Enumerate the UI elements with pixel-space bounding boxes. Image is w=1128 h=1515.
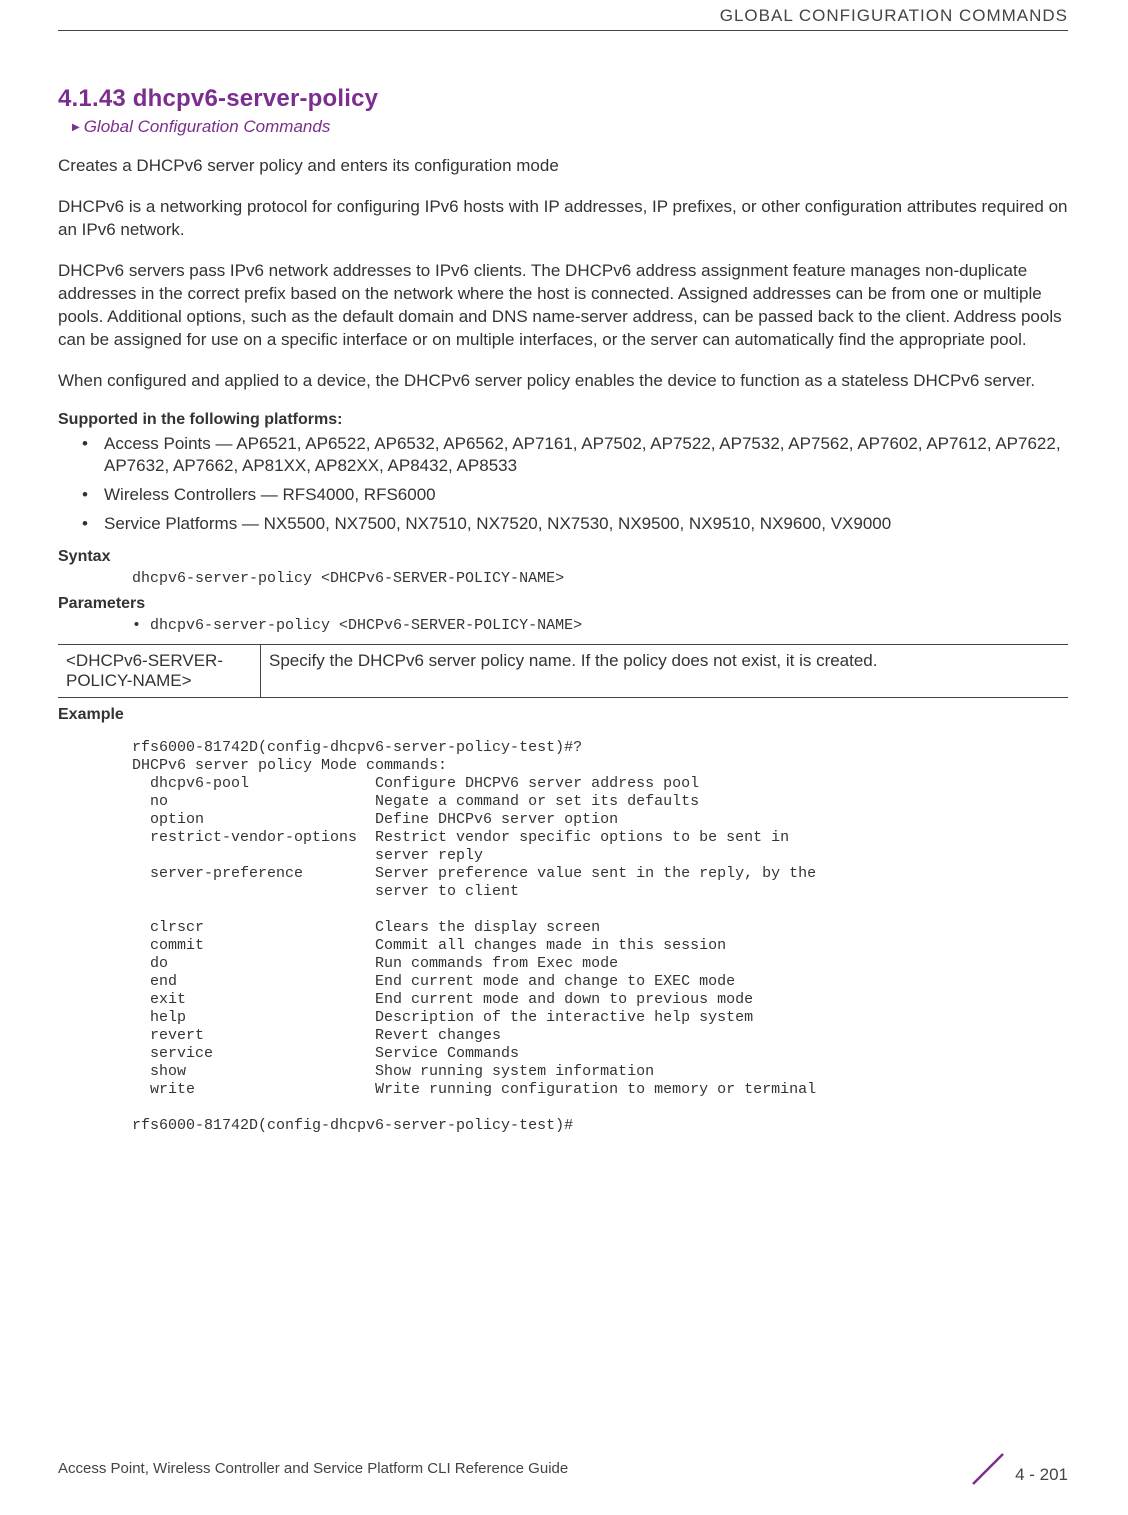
param-desc-cell: Specify the DHCPv6 server policy name. I… (261, 645, 1069, 698)
intro-paragraph-3: DHCPv6 servers pass IPv6 network address… (58, 260, 1068, 352)
syntax-heading: Syntax (58, 548, 1068, 566)
content-area: 4.1.43 dhcpv6-server-policy Global Confi… (58, 85, 1068, 1150)
parameters-table: <DHCPv6-SERVER-POLICY-NAME> Specify the … (58, 644, 1068, 698)
intro-paragraph-4: When configured and applied to a device,… (58, 370, 1068, 393)
footer-doc-title: Access Point, Wireless Controller and Se… (58, 1460, 568, 1477)
list-item: Service Platforms — NX5500, NX7500, NX75… (104, 513, 1068, 536)
section-title: 4.1.43 dhcpv6-server-policy (58, 85, 1068, 113)
list-item: Wireless Controllers — RFS4000, RFS6000 (104, 484, 1068, 507)
header-rule (58, 30, 1068, 31)
example-heading: Example (58, 706, 1068, 724)
footer-page-number: 4 - 201 (1015, 1465, 1068, 1485)
running-header: GLOBAL CONFIGURATION COMMANDS (720, 6, 1068, 26)
parameters-line: dhcpv6-server-policy <DHCPv6-SERVER-POLI… (132, 617, 1068, 634)
intro-paragraph-2: DHCPv6 is a networking protocol for conf… (58, 196, 1068, 242)
supported-list: Access Points — AP6521, AP6522, AP6532, … (58, 433, 1068, 537)
supported-heading: Supported in the following platforms: (58, 411, 1068, 429)
intro-paragraph-1: Creates a DHCPv6 server policy and enter… (58, 155, 1068, 178)
syntax-line: dhcpv6-server-policy <DHCPv6-SERVER-POLI… (132, 570, 1068, 587)
list-item: Access Points — AP6521, AP6522, AP6532, … (104, 433, 1068, 479)
footer-slash-icon (968, 1449, 1008, 1489)
example-code: rfs6000-81742D(config-dhcpv6-server-poli… (132, 739, 1068, 1135)
table-row: <DHCPv6-SERVER-POLICY-NAME> Specify the … (58, 645, 1068, 698)
section-subreference: Global Configuration Commands (72, 117, 1068, 137)
param-name-cell: <DHCPv6-SERVER-POLICY-NAME> (58, 645, 261, 698)
parameters-heading: Parameters (58, 595, 1068, 613)
